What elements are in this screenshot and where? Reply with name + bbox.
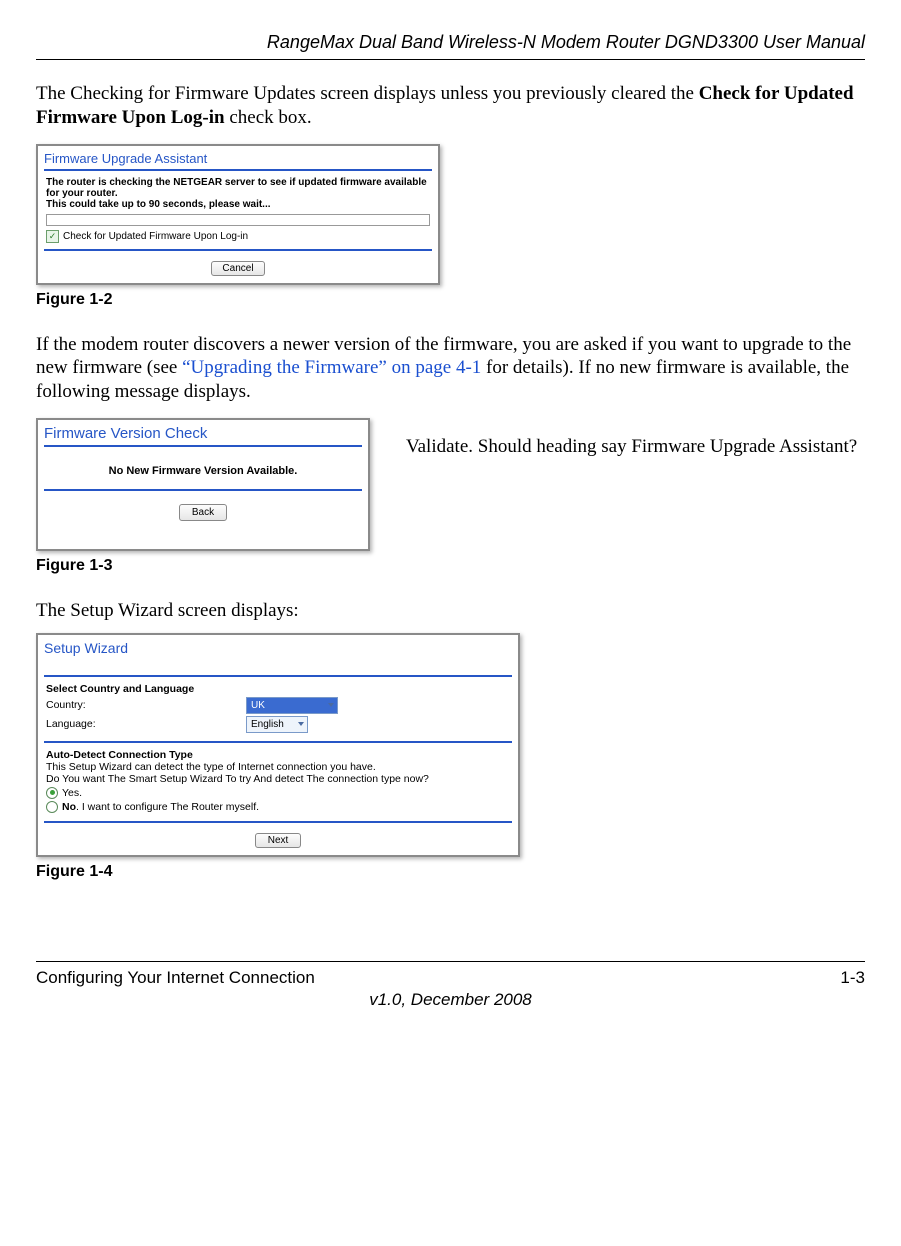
setup-wizard-body: Select Country and Language Country: UK … bbox=[38, 677, 518, 741]
firmware-upgrade-title: Firmware Upgrade Assistant bbox=[38, 146, 438, 169]
autodetect-desc1: This Setup Wizard can detect the type of… bbox=[46, 761, 510, 773]
radio-yes-icon[interactable] bbox=[46, 787, 58, 799]
cancel-button[interactable]: Cancel bbox=[211, 261, 264, 276]
check-label: Check for Updated Firmware Upon Log-in bbox=[63, 231, 248, 242]
footer-left: Configuring Your Internet Connection bbox=[36, 968, 315, 988]
firmware-upgrade-link[interactable]: “Upgrading the Firmware” on page 4-1 bbox=[182, 357, 481, 378]
radio-no-label-rest: . I want to configure The Router myself. bbox=[76, 801, 259, 813]
check-row[interactable]: ✓ Check for Updated Firmware Upon Log-in bbox=[46, 230, 430, 243]
figure-1-2-caption: Figure 1-2 bbox=[36, 291, 865, 309]
figure-1-3-caption: Figure 1-3 bbox=[36, 557, 865, 575]
para1-text-c: check box. bbox=[225, 107, 312, 128]
para1-text-a: The Checking for Firmware Updates screen… bbox=[36, 83, 699, 104]
country-select[interactable]: UK bbox=[246, 697, 338, 714]
autodetect-desc2: Do You want The Smart Setup Wizard To tr… bbox=[46, 773, 510, 785]
section-country-language: Select Country and Language bbox=[46, 683, 510, 695]
header-rule bbox=[36, 59, 865, 60]
setup-wizard-body2: Auto-Detect Connection Type This Setup W… bbox=[38, 743, 518, 821]
back-button[interactable]: Back bbox=[179, 504, 227, 521]
checkbox-icon[interactable]: ✓ bbox=[46, 230, 59, 243]
figure-1-3-row: Firmware Version Check No New Firmware V… bbox=[36, 418, 865, 551]
footer-center: v1.0, December 2008 bbox=[36, 990, 865, 1010]
section-autodetect: Auto-Detect Connection Type bbox=[46, 749, 510, 761]
screenshot-setup-wizard: Setup Wizard Select Country and Language… bbox=[36, 633, 520, 857]
annotation-text: Validate. Should heading say Firmware Up… bbox=[406, 418, 857, 458]
setup-wizard-title: Setup Wizard bbox=[38, 635, 518, 659]
paragraph-3: The Setup Wizard screen displays: bbox=[36, 599, 865, 623]
button-row: Cancel bbox=[38, 251, 438, 283]
language-select[interactable]: English bbox=[246, 716, 308, 733]
paragraph-2: If the modem router discovers a newer ve… bbox=[36, 333, 865, 404]
screenshot-firmware-check: Firmware Version Check No New Firmware V… bbox=[36, 418, 370, 551]
progress-bar bbox=[46, 214, 430, 226]
radio-no-row[interactable]: No. I want to configure The Router mysel… bbox=[46, 801, 510, 813]
paragraph-1: The Checking for Firmware Updates screen… bbox=[36, 82, 865, 130]
firmware-check-message: No New Firmware Version Available. bbox=[38, 447, 368, 489]
figure-1-4-caption: Figure 1-4 bbox=[36, 863, 865, 881]
button-row: Back bbox=[38, 491, 368, 549]
country-label: Country: bbox=[46, 699, 246, 711]
firmware-upgrade-line1: The router is checking the NETGEAR serve… bbox=[46, 177, 430, 199]
next-button[interactable]: Next bbox=[255, 833, 302, 848]
page-header-title: RangeMax Dual Band Wireless-N Modem Rout… bbox=[36, 32, 865, 53]
radio-no-icon[interactable] bbox=[46, 801, 58, 813]
footer-rule bbox=[36, 961, 865, 962]
language-label: Language: bbox=[46, 718, 246, 730]
country-row: Country: UK bbox=[46, 697, 510, 714]
firmware-check-title: Firmware Version Check bbox=[38, 420, 368, 445]
radio-yes-label: Yes. bbox=[62, 787, 82, 799]
firmware-upgrade-line2: This could take up to 90 seconds, please… bbox=[46, 199, 430, 210]
radio-no-label-bold: No bbox=[62, 801, 76, 813]
screenshot-firmware-upgrade: Firmware Upgrade Assistant The router is… bbox=[36, 144, 440, 285]
language-row: Language: English bbox=[46, 716, 510, 733]
radio-yes-row[interactable]: Yes. bbox=[46, 787, 510, 799]
page-footer: Configuring Your Internet Connection 1-3 bbox=[36, 968, 865, 988]
firmware-upgrade-body: The router is checking the NETGEAR serve… bbox=[38, 171, 438, 249]
button-row: Next bbox=[38, 823, 518, 855]
footer-right: 1-3 bbox=[840, 968, 865, 988]
